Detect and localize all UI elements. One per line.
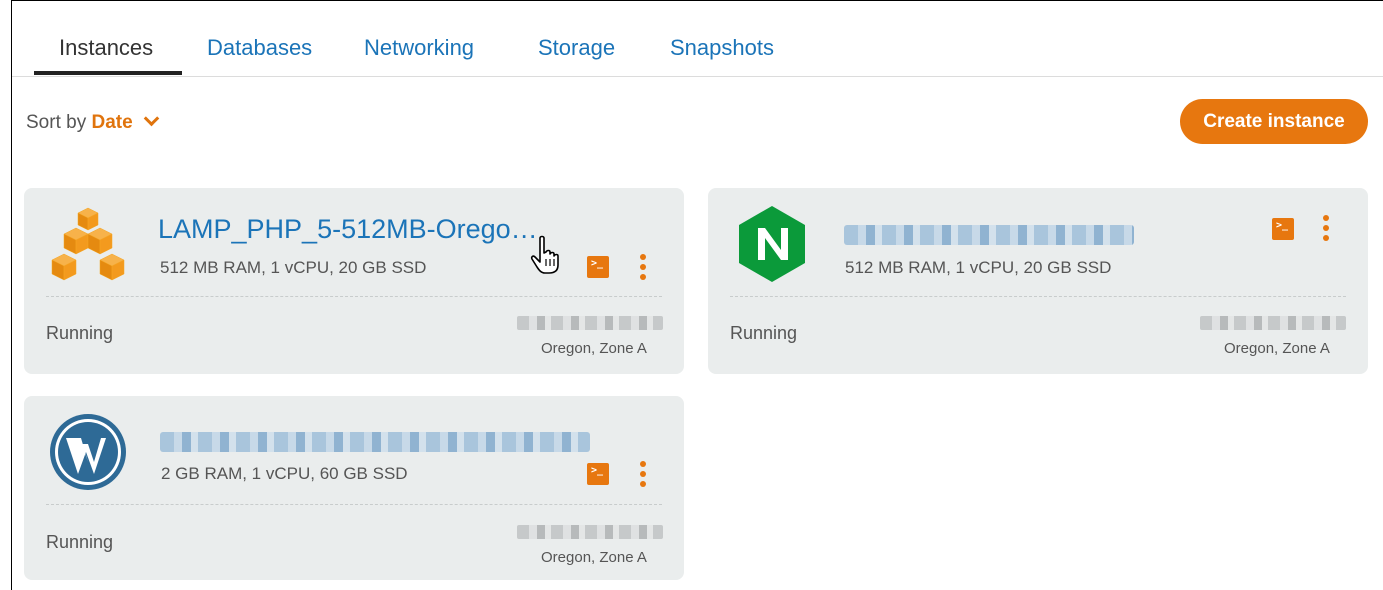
tab-storage[interactable]: Storage [538, 35, 615, 61]
redacted-ip-address [517, 525, 663, 539]
sort-label: Sort by [26, 112, 87, 133]
instance-zone: Oregon, Zone A [1224, 340, 1330, 357]
more-actions-icon[interactable] [638, 461, 648, 489]
redacted-ip-address [517, 316, 663, 330]
card-divider [730, 296, 1346, 297]
nginx-icon [739, 206, 805, 282]
instances-panel: Instances Databases Networking Storage S… [11, 0, 1383, 590]
terminal-icon: >_ [591, 258, 604, 269]
instance-status: Running [730, 323, 798, 343]
more-actions-icon[interactable] [638, 254, 648, 282]
instance-specs: 512 MB RAM, 1 vCPU, 20 GB SSD [845, 258, 1112, 277]
tab-snapshots[interactable]: Snapshots [670, 35, 774, 61]
instance-status: Running [46, 323, 114, 343]
redacted-ip-address [1200, 316, 1346, 330]
instance-specs: 2 GB RAM, 1 vCPU, 60 GB SSD [161, 464, 408, 483]
sort-value: Date [91, 112, 133, 133]
wordpress-icon [50, 414, 126, 490]
active-tab-indicator [34, 71, 182, 75]
tab-databases[interactable]: Databases [207, 35, 312, 61]
lamp-cubes-icon [51, 207, 125, 281]
tab-bar: Instances Databases Networking Storage S… [12, 1, 1383, 77]
sort-dropdown[interactable]: Sort by Date [26, 110, 160, 134]
connect-terminal-button[interactable]: >_ [587, 256, 609, 278]
instance-card: 2 GB RAM, 1 vCPU, 60 GB SSD >_ Running O… [24, 396, 684, 580]
redacted-instance-name-link[interactable] [160, 432, 590, 452]
more-actions-icon[interactable] [1321, 215, 1331, 243]
terminal-icon: >_ [591, 465, 604, 476]
create-instance-button[interactable]: Create instance [1180, 99, 1368, 144]
tab-networking[interactable]: Networking [364, 35, 474, 61]
card-divider [46, 296, 662, 297]
hand-cursor-icon [530, 235, 559, 274]
instance-card: 512 MB RAM, 1 vCPU, 20 GB SSD >_ Running… [708, 188, 1368, 374]
redacted-instance-name-link[interactable] [844, 225, 1134, 245]
connect-terminal-button[interactable]: >_ [587, 463, 609, 485]
tab-instances[interactable]: Instances [59, 35, 153, 61]
instance-card: LAMP_PHP_5-512MB-Orego… 512 MB RAM, 1 vC… [24, 188, 684, 374]
instance-status: Running [46, 532, 114, 552]
terminal-icon: >_ [1276, 220, 1289, 231]
instance-name-link[interactable]: LAMP_PHP_5-512MB-Orego… [158, 214, 538, 245]
instance-zone: Oregon, Zone A [541, 340, 647, 357]
chevron-down-icon [143, 110, 160, 127]
instance-zone: Oregon, Zone A [541, 549, 647, 566]
card-divider [46, 504, 662, 505]
instance-specs: 512 MB RAM, 1 vCPU, 20 GB SSD [160, 258, 427, 277]
connect-terminal-button[interactable]: >_ [1272, 218, 1294, 240]
